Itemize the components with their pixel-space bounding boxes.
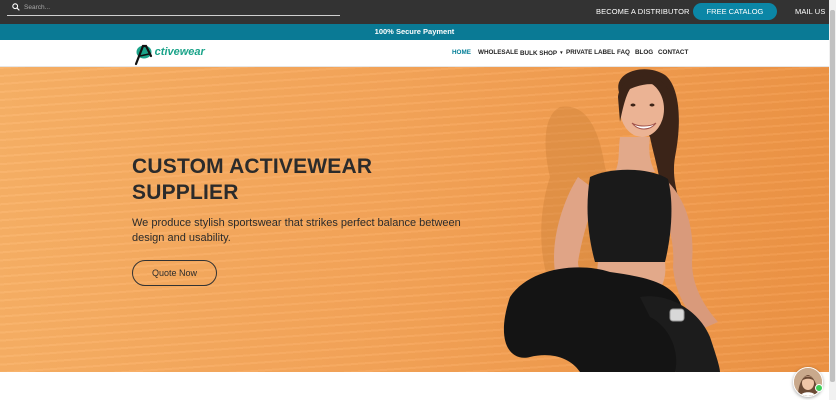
mail-us-link[interactable]: MAIL US xyxy=(795,7,825,17)
quote-now-button[interactable]: Quote Now xyxy=(132,260,217,286)
logo-wordmark[interactable]: Activewear xyxy=(146,44,205,59)
scrollbar-thumb[interactable] xyxy=(830,10,835,382)
free-catalog-button[interactable]: FREE CATALOG xyxy=(693,3,777,20)
search-icon[interactable] xyxy=(12,3,20,11)
main-navbar xyxy=(0,40,829,67)
become-distributor-link[interactable]: BECOME A DISTRIBUTOR xyxy=(596,7,690,17)
hero-subtitle: We produce stylish sportswear that strik… xyxy=(132,217,461,244)
secure-payment-banner: 100% Secure Payment xyxy=(0,24,829,40)
nav-contact[interactable]: CONTACT xyxy=(658,48,688,57)
hero-model-image xyxy=(503,69,720,372)
nav-private-label[interactable]: PRIVATE LABEL xyxy=(566,48,615,57)
nav-home[interactable]: HOME xyxy=(452,48,471,57)
nav-bulk-shop[interactable]: BULK SHOP ▼ xyxy=(520,48,564,58)
chevron-down-icon: ▼ xyxy=(559,50,564,55)
nav-bulk-shop-label: BULK SHOP xyxy=(520,50,558,57)
search-box[interactable] xyxy=(7,0,340,16)
nav-blog[interactable]: BLOG xyxy=(635,48,653,57)
logo-first-letter: A xyxy=(146,44,155,58)
online-status-dot xyxy=(815,384,823,392)
chat-avatar[interactable] xyxy=(793,367,823,397)
top-bar: BECOME A DISTRIBUTOR FREE CATALOG MAIL U… xyxy=(0,0,829,24)
hero-title-line2: SUPPLIER xyxy=(132,181,239,204)
hero-title: CUSTOM ACTIVEWEAR SUPPLIER xyxy=(132,154,492,206)
logo-rest: ctivewear xyxy=(154,46,205,58)
nav-faq[interactable]: FAQ xyxy=(617,48,630,57)
search-input[interactable] xyxy=(24,1,324,13)
hero-title-line1: CUSTOM ACTIVEWEAR xyxy=(132,155,373,178)
nav-wholesale[interactable]: WHOLESALE xyxy=(478,48,518,57)
